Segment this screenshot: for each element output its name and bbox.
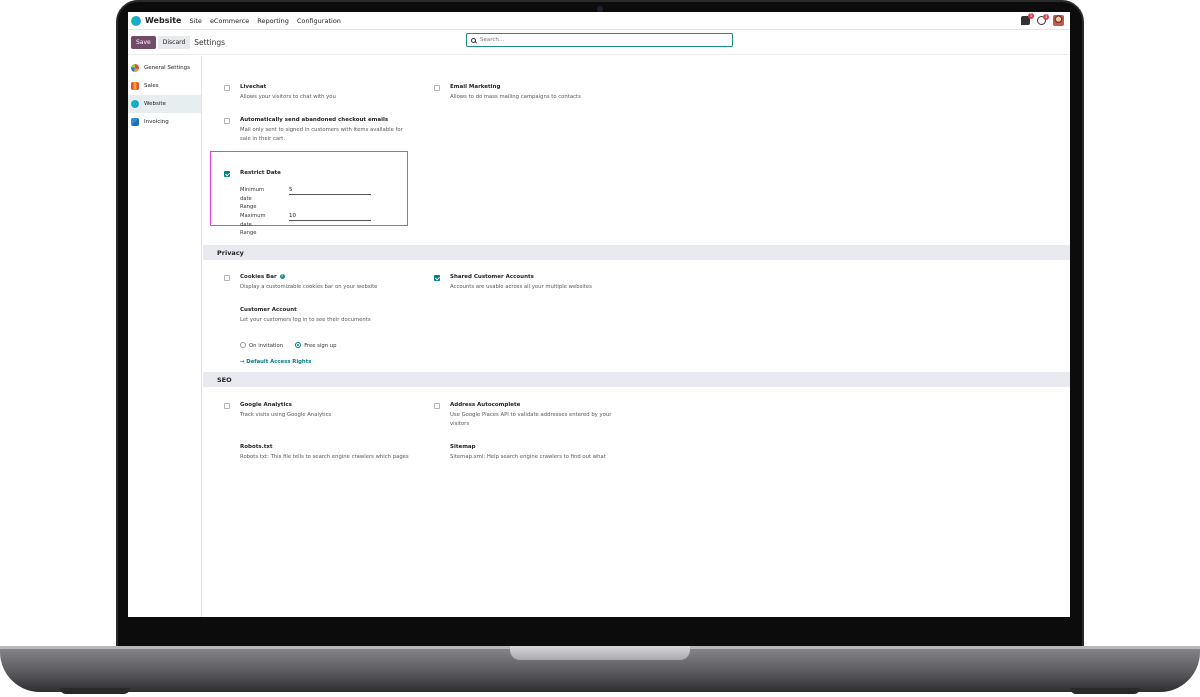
setting-desc: Track visits using Google Analytics (240, 412, 332, 418)
desc-line: Use Google Places API to validate addres… (450, 412, 612, 418)
setting-desc: Use Google Places API to validate addres… (450, 411, 611, 428)
section-header-seo: SEO (203, 372, 1070, 387)
shared-accounts-checkbox[interactable] (434, 275, 440, 281)
setting-desc: Robots.txt: This file tells to search en… (240, 454, 409, 460)
setting-title: Shared Customer Accounts (450, 274, 534, 280)
setting-desc: Let your customers log in to see their d… (240, 317, 371, 323)
menu-ecommerce[interactable]: eCommerce (210, 17, 249, 25)
settings-content: Livechat Allows your visitors to chat wi… (203, 56, 1070, 617)
setting-title: Robots.txt (240, 444, 273, 450)
setting-title: Restrict Date (240, 170, 281, 176)
setting-title: Customer Account (240, 307, 297, 313)
chat-badge: 1 (1028, 13, 1034, 19)
sidebar-item-invoicing[interactable]: Invoicing (128, 113, 201, 131)
website-app-icon[interactable] (131, 15, 141, 26)
setting-title: Livechat (240, 84, 267, 90)
sidebar-item-label: Website (144, 101, 166, 107)
search-input[interactable] (480, 37, 720, 43)
google-analytics-checkbox[interactable] (224, 403, 230, 409)
link-label: Default Access Rights (246, 359, 312, 365)
setting-title: Sitemap (450, 444, 476, 450)
label-line: date Range (240, 195, 257, 211)
livechat-checkbox[interactable] (224, 85, 230, 91)
setting-title: Google Analytics (240, 402, 292, 408)
max-date-range-input[interactable]: 10 (289, 213, 371, 221)
activity-badge: 3 (1043, 14, 1049, 20)
desc-line: visitors (450, 420, 470, 427)
laptop-foot-right (1070, 688, 1140, 694)
desc-line: Mail only sent to signed in customers wi… (240, 127, 403, 133)
section-header-privacy: Privacy (203, 245, 1070, 260)
desc-line: sale in their cart. (240, 135, 286, 142)
menu-site[interactable]: Site (189, 17, 201, 25)
sales-app-icon (131, 82, 139, 90)
email-marketing-checkbox[interactable] (434, 85, 440, 91)
discard-button[interactable]: Discard (157, 35, 191, 49)
app-name[interactable]: Website (145, 16, 181, 25)
default-access-rights-link[interactable]: → Default Access Rights (240, 348, 311, 367)
setting-title: Cookies Bar? (240, 274, 285, 280)
top-navbar: Website Site eCommerce Reporting Configu… (128, 12, 1070, 30)
setting-title: Automatically send abandoned checkout em… (240, 117, 389, 123)
help-icon[interactable]: ? (279, 274, 285, 279)
systray: 1 3 (1021, 13, 1064, 26)
settings-sidebar: General Settings Sales Website Invoicing (128, 56, 202, 617)
setting-desc: Mail only sent to signed in customers wi… (240, 126, 403, 143)
cookies-bar-checkbox[interactable] (224, 275, 230, 281)
search-icon (471, 37, 476, 43)
setting-desc: Sitemap.xml: Help search engine crawlers… (450, 454, 606, 460)
screen: Website Site eCommerce Reporting Configu… (128, 12, 1070, 617)
activity-clock-icon[interactable]: 3 (1037, 14, 1049, 25)
setting-desc: Allows your visitors to chat with you (240, 94, 336, 100)
restrict-date-checkbox[interactable] (224, 171, 230, 177)
sidebar-item-label: Invoicing (144, 119, 169, 125)
abandoned-checkout-checkbox[interactable] (224, 118, 230, 124)
setting-desc: Display a customizable cookies bar on yo… (240, 284, 378, 290)
title-text: Cookies Bar (240, 274, 277, 280)
label-line: date Range (240, 221, 257, 237)
sidebar-item-website[interactable]: Website (128, 95, 201, 113)
min-date-range-label: Minimum date Range (240, 186, 264, 212)
sidebar-item-sales[interactable]: Sales (128, 77, 201, 95)
control-panel: Save Discard Settings (128, 30, 1070, 55)
setting-desc: Accounts are usable across all your mult… (450, 284, 592, 290)
sidebar-item-label: General Settings (144, 65, 190, 71)
general-settings-icon (131, 64, 139, 72)
address-autocomplete-checkbox[interactable] (434, 403, 440, 409)
sidebar-item-general-settings[interactable]: General Settings (128, 59, 201, 77)
label-line: Maximum (240, 213, 266, 219)
laptop-notch (510, 646, 690, 660)
page-title: Settings (194, 37, 226, 47)
setting-desc: Allows to do mass mailing campaigns to c… (450, 94, 581, 100)
chat-icon[interactable]: 1 (1021, 13, 1034, 25)
user-avatar[interactable] (1053, 15, 1064, 26)
invoicing-app-icon (131, 118, 139, 126)
setting-title: Address Autocomplete (450, 402, 521, 408)
save-button[interactable]: Save (131, 35, 156, 49)
search-box[interactable] (466, 33, 733, 47)
sidebar-item-label: Sales (144, 83, 159, 89)
label-line: Minimum (240, 187, 265, 193)
min-date-range-input[interactable]: 5 (289, 187, 371, 195)
max-date-range-label: Maximum date Range (240, 212, 266, 238)
menu-reporting[interactable]: Reporting (257, 17, 289, 25)
laptop-foot-left (60, 688, 130, 694)
menu-configuration[interactable]: Configuration (297, 17, 341, 25)
setting-title: Email Marketing (450, 84, 501, 90)
website-app-icon (131, 100, 139, 108)
